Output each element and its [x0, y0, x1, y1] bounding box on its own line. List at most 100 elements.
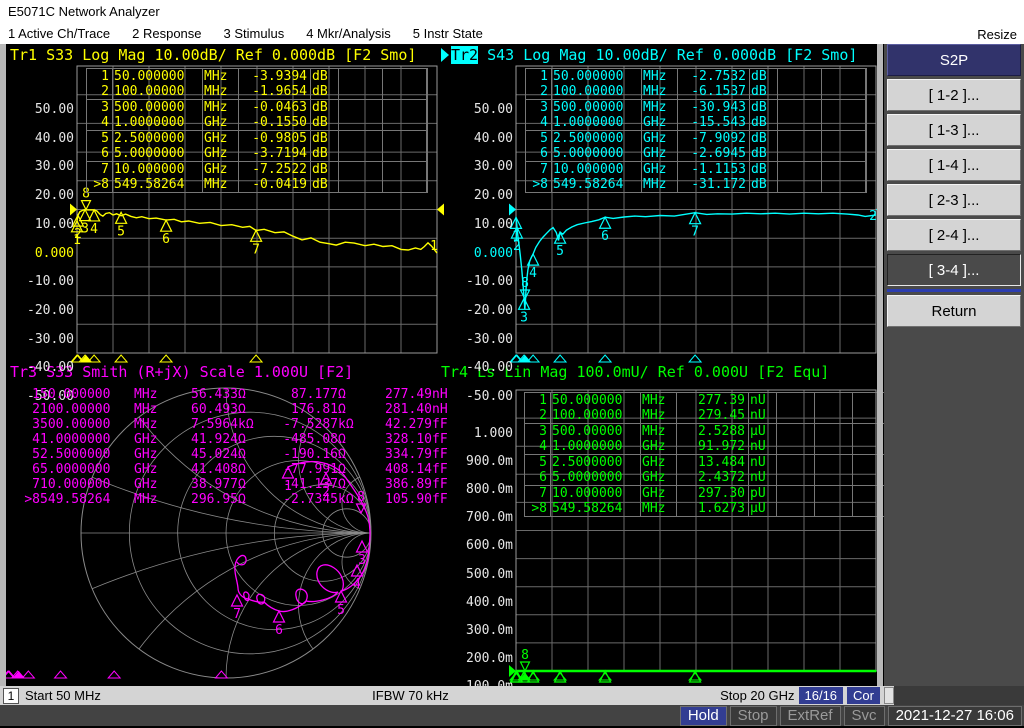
tr2-ytick: -10.00	[447, 274, 513, 290]
active-trace-arrow-icon	[441, 48, 449, 62]
svg-text:2: 2	[513, 239, 521, 254]
svg-text:4: 4	[353, 577, 361, 592]
svg-text:7: 7	[233, 607, 241, 622]
tr1-ytick: 30.00	[8, 159, 74, 175]
ifbw-label: IFBW 70 kHz	[372, 688, 449, 703]
tr2-ytick: -30.00	[447, 332, 513, 348]
tr1-ytick: 0.000	[8, 246, 74, 262]
status-bar: 1 Start 50 MHz IFBW 70 kHz Stop 20 GHz 1…	[0, 686, 894, 705]
marker-table-row: 2100.00000MHz-1.9654dB	[87, 84, 427, 99]
tr1-ytick: 40.00	[8, 131, 74, 147]
e5071c-window: E5071C Network Analyzer 1 Active Ch/Trac…	[0, 0, 1024, 728]
svg-text:5: 5	[117, 224, 125, 239]
status-bar-filler	[894, 686, 1024, 705]
marker-table-row: 2100.00000MHz60.493Ω176.81Ω281.40nH	[14, 402, 460, 417]
softkey-1-2[interactable]: [ 1-2 ]...	[887, 79, 1021, 111]
marker-table-row: 41.0000000GHz41.924Ω-485.08Ω328.10fF	[14, 432, 460, 447]
stop-frequency-label: Stop 20 GHz	[720, 688, 794, 703]
svg-text:3: 3	[520, 310, 528, 325]
channel-number-box: 1	[3, 688, 19, 704]
softkey-2-3[interactable]: [ 2-3 ]...	[887, 184, 1021, 216]
marker-table-row: 3500.00000MHz7.5964kΩ-7.5287kΩ42.279fF	[14, 417, 460, 432]
marker-table-row: >8549.58264MHz-31.172dB	[526, 177, 866, 192]
datetime-display: 2021-12-27 16:06	[888, 706, 1022, 726]
marker-table-row: 41.0000000GHz91.972nU	[525, 439, 891, 454]
marker-table-row: 52.5000000GHz-7.9092dB	[526, 130, 866, 146]
tr1-ytick: 20.00	[8, 188, 74, 204]
marker-table-row: 41.0000000GHz-15.543dB	[526, 115, 866, 130]
tr1-ytick: -10.00	[8, 274, 74, 290]
marker-table-row: 65.0000000GHz-3.7194dB	[87, 146, 427, 161]
marker-table-row: 3500.00000MHz-30.943dB	[526, 99, 866, 115]
instrument-status-bar: Hold Stop ExtRef Svc 2021-12-27 16:06	[0, 705, 1024, 726]
screen-left-border	[0, 44, 6, 705]
marker-table-row: 3500.00000MHz2.5288µU	[525, 423, 891, 439]
resize-button[interactable]: Resize	[977, 27, 1017, 42]
marker-table-row: 710.000000GHz38.977Ω-41.137Ω386.89fF	[14, 477, 460, 492]
svg-text:3: 3	[358, 553, 366, 568]
tr4-ytick: 600.0m	[447, 538, 513, 554]
marker-table-row: >8549.58264MHz296.95Ω-2.7345kΩ105.90fF	[14, 492, 460, 507]
svg-text:6: 6	[601, 229, 609, 244]
softkey-1-3[interactable]: [ 1-3 ]...	[887, 114, 1021, 146]
tr1-ytick: 10.00	[8, 217, 74, 233]
tr1-ytick: -30.00	[8, 332, 74, 348]
svg-text:5: 5	[556, 244, 564, 259]
correction-badge: Cor	[847, 687, 880, 704]
tr2-ytick: 40.00	[447, 131, 513, 147]
marker-table-row: 2100.00000MHz279.45nU	[525, 408, 891, 423]
softkey-s2p: S2P	[887, 44, 1021, 76]
marker-table-row: 41.0000000GHz-0.1550dB	[87, 115, 427, 130]
start-frequency-label: Start 50 MHz	[25, 688, 101, 703]
softkey-1-4[interactable]: [ 1-4 ]...	[887, 149, 1021, 181]
tr1-ytick: -20.00	[8, 303, 74, 319]
marker-table-row: >8549.58264MHz-0.0419dB	[87, 177, 427, 192]
menu-mkr-analysis[interactable]: 4 Mkr/Analysis	[306, 26, 391, 41]
softkey-sidebar: S2P [ 1-2 ]... [ 1-3 ]... [ 1-4 ]... [ 2…	[884, 44, 1024, 686]
marker-table-row: 150.000000MHz277.39nU	[525, 393, 891, 408]
window-title: E5071C Network Analyzer	[8, 4, 160, 19]
status-mini-button	[884, 687, 894, 704]
tr4-ytick: 500.0m	[447, 567, 513, 583]
menu-stimulus[interactable]: 3 Stimulus	[224, 26, 285, 41]
tr2-ytick: 10.00	[447, 217, 513, 233]
menu-instr-state[interactable]: 5 Instr State	[413, 26, 483, 41]
softkey-return[interactable]: Return	[887, 295, 1021, 327]
marker-table-row: 3500.00000MHz-0.0463dB	[87, 99, 427, 115]
marker-table-row: 65.0000000GHz-2.6945dB	[526, 146, 866, 161]
softkey-3-4[interactable]: [ 3-4 ]...	[887, 254, 1021, 286]
svg-text:1: 1	[430, 239, 438, 254]
softkey-2-4[interactable]: [ 2-4 ]...	[887, 219, 1021, 251]
marker-table-row: 65.0000000GHz2.4372nU	[525, 470, 891, 485]
svg-text:8: 8	[521, 276, 529, 291]
marker-table-row: 150.000000MHz-3.9394dB	[87, 69, 427, 84]
tr2-ytick: 0.000	[447, 246, 513, 262]
tr2-ytick: -40.00	[447, 360, 513, 376]
tr2-ytick: 20.00	[447, 188, 513, 204]
menu-active-ch-trace[interactable]: 1 Active Ch/Trace	[8, 26, 110, 41]
stop-indicator: Stop	[730, 706, 777, 726]
trace1-header: Tr1 S33 Log Mag 10.00dB/ Ref 0.000dB [F2…	[10, 46, 416, 64]
marker-table-row: 710.000000GHz-1.1153dB	[526, 161, 866, 177]
marker-table-row: 150.000000MHz-2.7532dB	[526, 69, 866, 84]
marker-table-row: 710.000000GHz297.30pU	[525, 485, 891, 501]
menu-bar: 1 Active Ch/Trace 2 Response 3 Stimulus …	[8, 26, 483, 41]
svg-text:4: 4	[90, 222, 98, 237]
softkey-separator	[887, 289, 1021, 292]
svg-text:6: 6	[162, 232, 170, 247]
tr2-ytick: 30.00	[447, 159, 513, 175]
tr4-marker-table: 150.000000MHz277.39nU2100.00000MHz279.45…	[524, 392, 892, 517]
menu-response[interactable]: 2 Response	[132, 26, 201, 41]
marker-table-row: 710.000000GHz-7.2522dB	[87, 161, 427, 177]
svg-text:4: 4	[529, 266, 537, 281]
instrument-screen: 123456781123456782812345678 Tr1 S33 Log …	[0, 44, 884, 686]
tr1-ytick: 50.00	[8, 102, 74, 118]
marker-table-row: 150.000000MHz56.433Ω87.177Ω277.49nH	[14, 387, 460, 402]
tr4-ytick: 700.0m	[447, 510, 513, 526]
tr2-marker-table: 150.000000MHz-2.7532dB2100.00000MHz-6.15…	[525, 68, 867, 193]
tr4-ytick: 200.0m	[447, 651, 513, 667]
svg-text:2: 2	[869, 209, 877, 224]
tr2-ytick: -20.00	[447, 303, 513, 319]
svg-text:3: 3	[81, 222, 89, 237]
svg-text:5: 5	[337, 603, 345, 618]
